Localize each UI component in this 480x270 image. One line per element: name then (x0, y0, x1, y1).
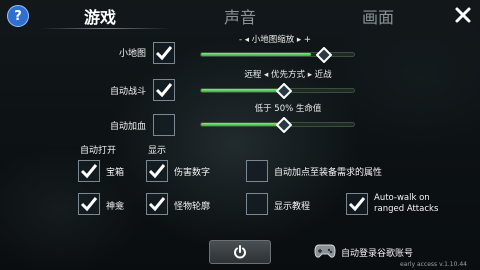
close-icon (455, 7, 471, 23)
show-tutorial-checkbox[interactable] (246, 193, 268, 215)
auto-heal-checkbox[interactable] (153, 114, 175, 136)
tab-game[interactable]: 游戏 (60, 4, 140, 27)
slider-fill (201, 123, 278, 126)
active-tab-underline (40, 28, 170, 29)
auto-battle-hint: 远程 ◂ 优先方式 ▸ 近战 (244, 70, 332, 80)
auto-battle-thumb[interactable] (275, 82, 293, 100)
auto-walk-label-line1: Auto-walk on (374, 193, 430, 203)
checkmark-icon (348, 197, 366, 212)
show-tutorial-label: 显示教程 (274, 202, 311, 212)
auto-heal-thumb[interactable] (275, 116, 293, 134)
auto-walk-label: Auto-walk on ranged Attacks (374, 193, 438, 215)
checkmark-icon (80, 164, 98, 179)
section-auto-open: 自动打开 (80, 146, 117, 156)
google-auto-login-label: 自动登录谷歌账号 (341, 249, 414, 259)
auto-walk-checkbox[interactable] (346, 193, 368, 215)
close-button[interactable] (454, 6, 472, 24)
minimap-label: 小地图 (118, 49, 146, 59)
question-icon: ? (14, 8, 22, 24)
tab-graphics[interactable]: 画面 (338, 4, 418, 27)
minimap-zoom-hint: - ◂ 小地图缩放 ▸ + (238, 35, 312, 45)
checkmark-icon (148, 197, 166, 212)
auto-assign-points-label: 自动加点至装备需求的属性 (274, 168, 383, 178)
monster-outline-checkbox[interactable] (146, 193, 168, 215)
section-display: 显示 (148, 146, 167, 156)
tab-sound[interactable]: 声音 (200, 4, 280, 27)
auto-assign-points-checkbox[interactable] (246, 160, 268, 182)
help-button[interactable]: ? (7, 5, 29, 27)
version-text: early access v.1.10.44 (400, 261, 467, 268)
auto-walk-label-line2: ranged Attacks (374, 204, 439, 214)
minimap-zoom-thumb[interactable] (315, 46, 333, 64)
minimap-checkbox[interactable] (153, 42, 175, 64)
slider-fill (201, 89, 278, 92)
chest-checkbox[interactable] (78, 160, 100, 182)
auto-heal-label: 自动加血 (109, 122, 146, 132)
auto-battle-checkbox[interactable] (153, 79, 175, 101)
chest-label: 宝箱 (106, 168, 125, 178)
checkmark-icon (155, 83, 173, 98)
auto-battle-label: 自动战斗 (109, 87, 146, 97)
gamepad-icon[interactable] (314, 242, 336, 260)
monster-outline-label: 怪物轮廓 (174, 202, 211, 212)
checkmark-icon (80, 197, 98, 212)
power-button[interactable] (209, 240, 271, 264)
slider-fill (201, 53, 312, 56)
checkmark-icon (155, 46, 173, 61)
auto-heal-hint: 低于 50% 生命值 (254, 104, 322, 114)
checkmark-icon (148, 164, 166, 179)
damage-numbers-label: 伤害数字 (174, 168, 211, 178)
damage-numbers-checkbox[interactable] (146, 160, 168, 182)
shrine-checkbox[interactable] (78, 193, 100, 215)
shrine-label: 神龛 (106, 202, 125, 212)
power-icon (234, 245, 246, 259)
